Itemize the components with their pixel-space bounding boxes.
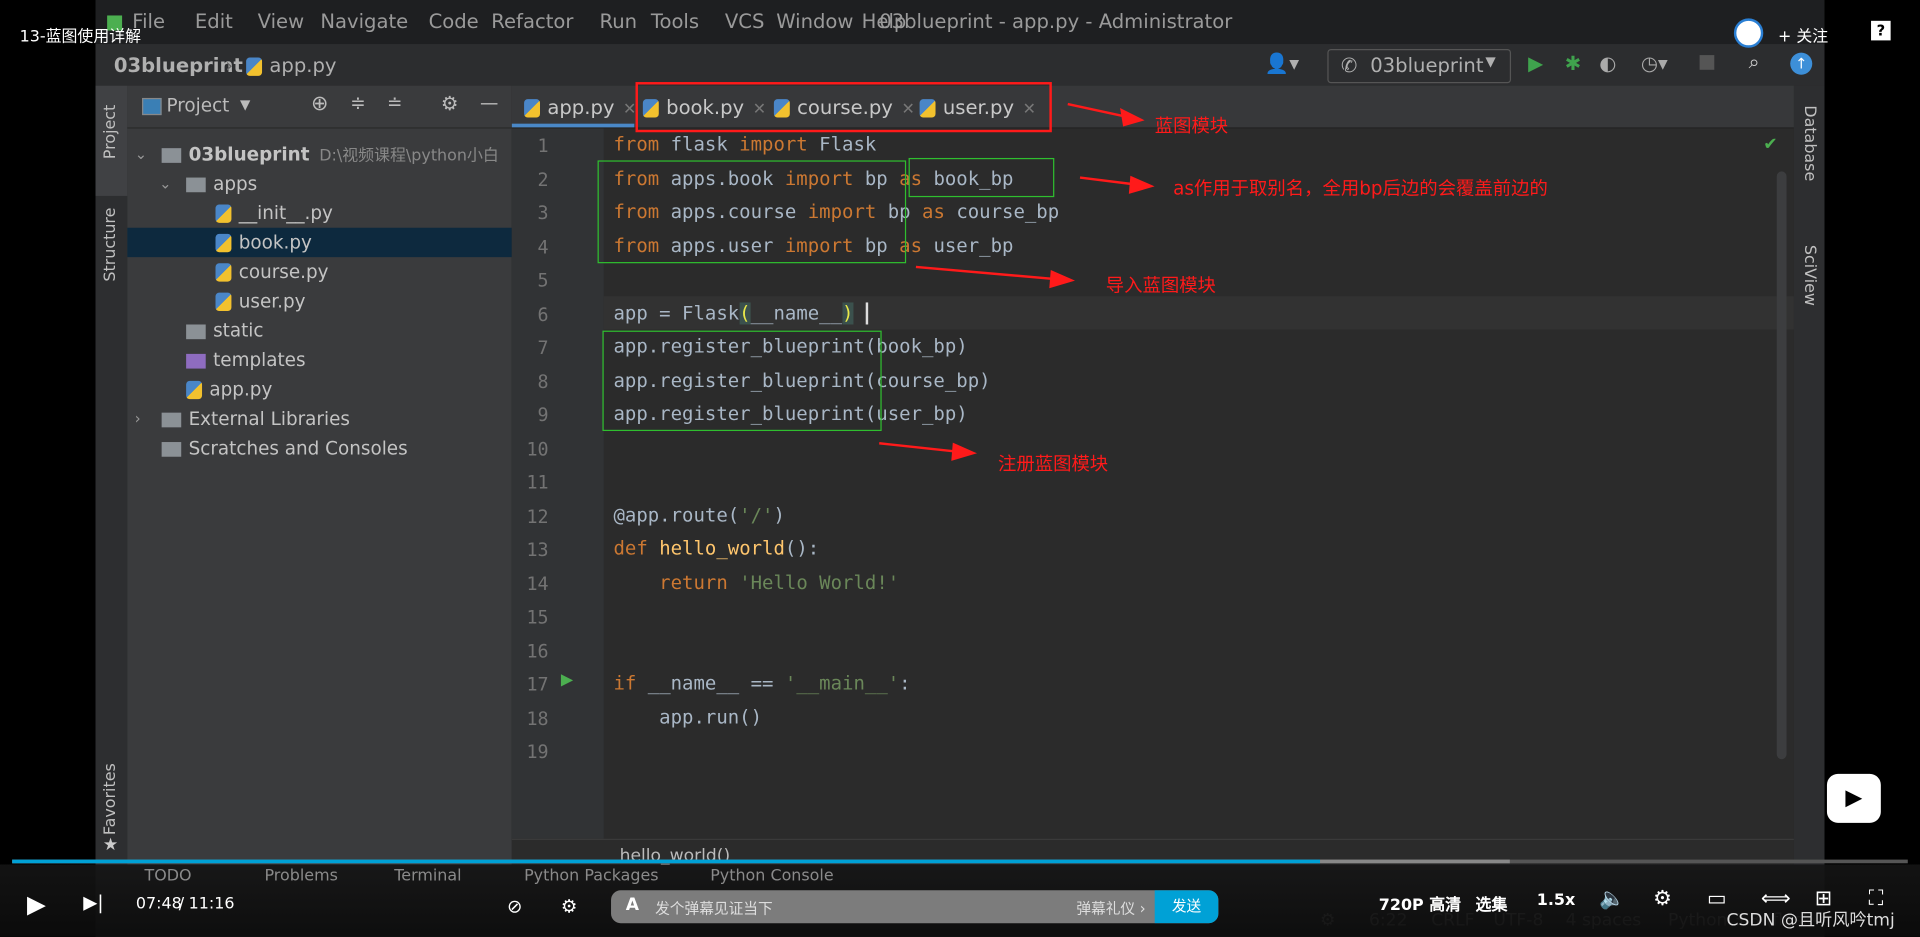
danmaku-placeholder: 发个弹幕见证当下 xyxy=(655,900,773,918)
video-player: 03blueprint - app.py - Administrator ■ Fi… xyxy=(0,0,1920,937)
pip-icon[interactable]: ▭ xyxy=(1707,887,1727,911)
alias-annotation: as作用于取别名，全用bp后边的会覆盖前边的 xyxy=(1173,177,1548,200)
tabs-annotation: 蓝图模块 xyxy=(1154,115,1229,138)
tool-tab-terminal[interactable]: Terminal xyxy=(394,867,461,885)
arrow-head xyxy=(951,442,978,461)
ide-window: 03blueprint - app.py - Administrator ■ Fi… xyxy=(95,0,1825,937)
danmaku-input[interactable]: A 发个弹幕见证当下 弹幕礼仪 › 发送 xyxy=(611,890,1219,924)
tool-tab-python-packages[interactable]: Python Packages xyxy=(524,867,659,885)
arrow-head xyxy=(1120,108,1145,127)
follow-button[interactable]: + 关注 xyxy=(1778,23,1828,46)
danmaku-etiquette-link[interactable]: 弹幕礼仪 › xyxy=(1076,898,1145,919)
quality-button[interactable]: 720P 高清 xyxy=(1379,891,1461,914)
register-annotation: 注册蓝图模块 xyxy=(997,453,1109,476)
tool-tab-problems[interactable]: Problems xyxy=(264,867,337,885)
tool-tab-python-console[interactable]: Python Console xyxy=(710,867,833,885)
arrow-line xyxy=(915,265,1057,281)
question-icon[interactable]: ? xyxy=(1871,20,1891,41)
progress-bar[interactable] xyxy=(12,859,1908,864)
arrow-head xyxy=(1128,175,1155,194)
uploader-avatar[interactable] xyxy=(1733,18,1764,48)
video-title: 13-蓝图使用详解 xyxy=(19,28,142,47)
tv-icon[interactable]: ▶ xyxy=(1826,773,1881,823)
play-icon[interactable]: ▶ xyxy=(27,889,46,918)
time-separator: / xyxy=(178,895,185,914)
annotation-arrows xyxy=(879,102,1155,461)
danmaku-settings-icon[interactable]: ⚙ xyxy=(561,895,577,917)
volume-icon[interactable]: 🔈 xyxy=(1599,887,1625,911)
time-current: 07:48 xyxy=(135,895,182,914)
import-annotation: 导入蓝图模块 xyxy=(1105,274,1216,297)
time-total: 11:16 xyxy=(188,895,235,914)
episodes-button[interactable]: 选集 xyxy=(1476,891,1508,914)
speed-button[interactable]: 1.5x xyxy=(1537,891,1575,909)
danmaku-toggle-icon[interactable]: ⊘ xyxy=(507,895,522,917)
send-button[interactable]: 发送 xyxy=(1154,890,1219,924)
watermark: CSDN @且听风吟tmj xyxy=(1726,911,1895,931)
tool-tab-todo[interactable]: TODO xyxy=(144,867,191,885)
font-style-icon[interactable]: A xyxy=(626,895,639,915)
next-icon[interactable]: ▶| xyxy=(83,891,103,913)
arrow-head xyxy=(1049,270,1076,289)
arrow-line xyxy=(879,442,959,454)
progress-played xyxy=(12,859,1321,864)
settings-icon[interactable]: ⚙ xyxy=(1653,887,1672,911)
